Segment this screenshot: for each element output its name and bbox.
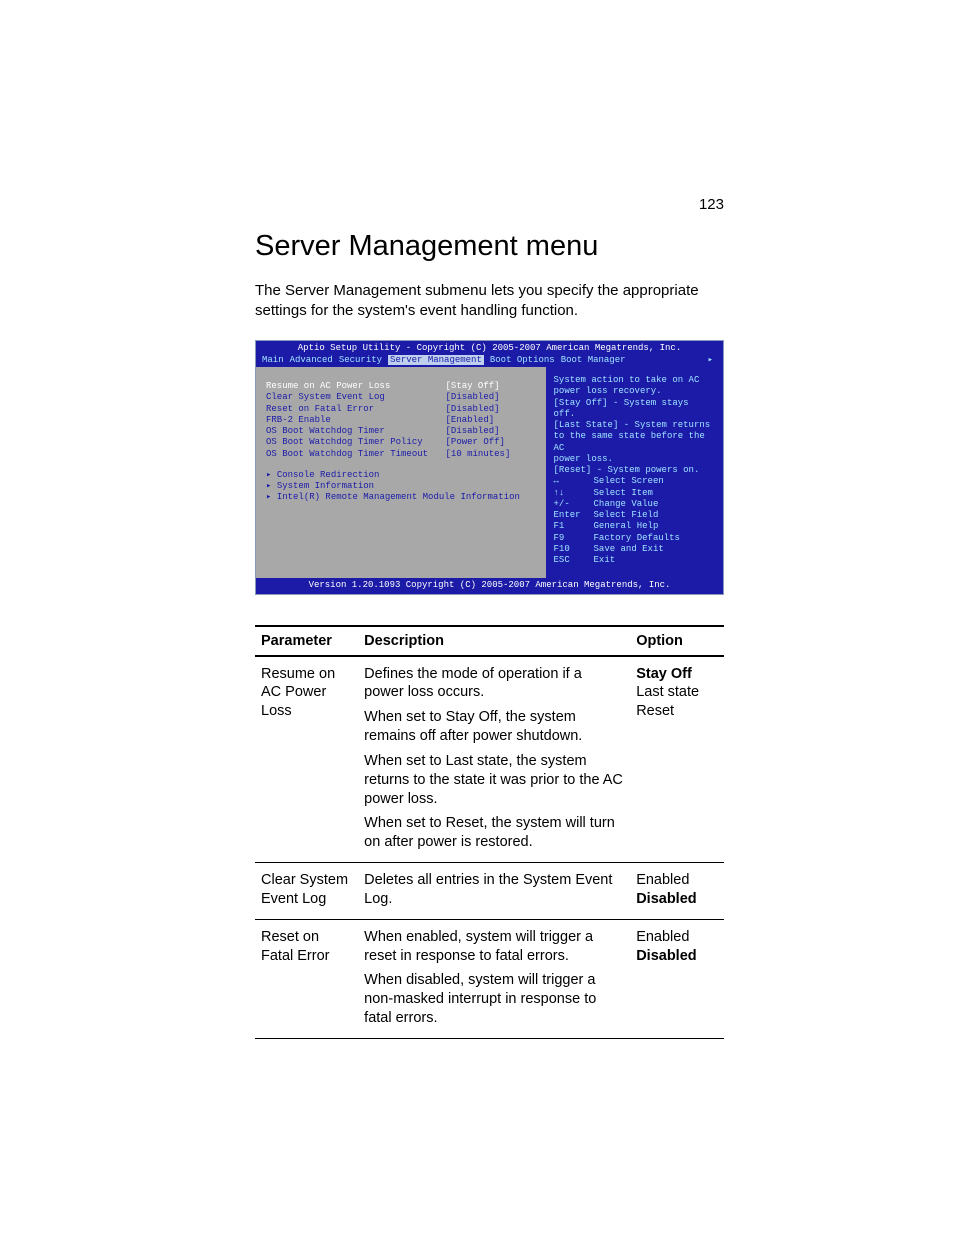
bios-tab: Server Management [388, 355, 484, 365]
bios-tab: Main [262, 355, 284, 365]
bios-help-panel: System action to take on ACpower loss re… [546, 367, 723, 578]
bios-footer: Version 1.20.1093 Copyright (C) 2005-200… [256, 578, 723, 593]
param-description: Defines the mode of operation if a power… [358, 656, 630, 863]
table-row: Clear System Event LogDeletes all entrie… [255, 863, 724, 920]
page-title: Server Management menu [255, 230, 724, 263]
bios-setting-row: Resume on AC Power Loss[Stay Off] [266, 381, 536, 392]
page-number: 123 [699, 196, 724, 213]
table-row: Reset on Fatal ErrorWhen enabled, system… [255, 919, 724, 1038]
bios-submenu-link: Intel(R) Remote Management Module Inform… [266, 492, 536, 503]
table-header: Parameter [255, 626, 358, 656]
param-name: Clear System Event Log [255, 863, 358, 920]
parameter-table: ParameterDescriptionOption Resume on AC … [255, 625, 724, 1040]
bios-submenu-link: System Information [266, 481, 536, 492]
bios-tab: Boot Options [490, 355, 555, 365]
bios-tab: Boot Manager [561, 355, 626, 365]
bios-setting-row: OS Boot Watchdog Timer Timeout[10 minute… [266, 449, 536, 460]
param-name: Reset on Fatal Error [255, 919, 358, 1038]
bios-tab: Security [339, 355, 382, 365]
intro-text: The Server Management submenu lets you s… [255, 281, 724, 322]
table-row: Resume on AC Power LossDefines the mode … [255, 656, 724, 863]
bios-setting-row: FRB-2 Enable[Enabled] [266, 415, 536, 426]
bios-setting-row: Reset on Fatal Error[Disabled] [266, 404, 536, 415]
table-header: Description [358, 626, 630, 656]
bios-tabs: Main Advanced Security Server Management Boo… [256, 354, 723, 367]
param-description: When enabled, system will trigger a rese… [358, 919, 630, 1038]
bios-help-text: System action to take on ACpower loss re… [554, 375, 715, 476]
table-header: Option [630, 626, 724, 656]
param-options: Stay OffLast stateReset [630, 656, 724, 863]
bios-key-legend: ↔Select Screen↑↓Select Item+/-Change Val… [554, 476, 715, 566]
bios-submenu-link: Console Redirection [266, 470, 536, 481]
param-options: EnabledDisabled [630, 863, 724, 920]
bios-setting-row: OS Boot Watchdog Timer Policy[Power Off] [266, 437, 536, 448]
bios-settings-panel: Resume on AC Power Loss[Stay Off]Clear S… [256, 367, 546, 578]
param-name: Resume on AC Power Loss [255, 656, 358, 863]
param-description: Deletes all entries in the System Event … [358, 863, 630, 920]
bios-screenshot: Aptio Setup Utility - Copyright (C) 2005… [255, 340, 724, 595]
bios-tab: Advanced [290, 355, 333, 365]
bios-setting-row: Clear System Event Log[Disabled] [266, 392, 536, 403]
bios-title: Aptio Setup Utility - Copyright (C) 2005… [256, 341, 723, 354]
param-options: EnabledDisabled [630, 919, 724, 1038]
bios-setting-row: OS Boot Watchdog Timer[Disabled] [266, 426, 536, 437]
